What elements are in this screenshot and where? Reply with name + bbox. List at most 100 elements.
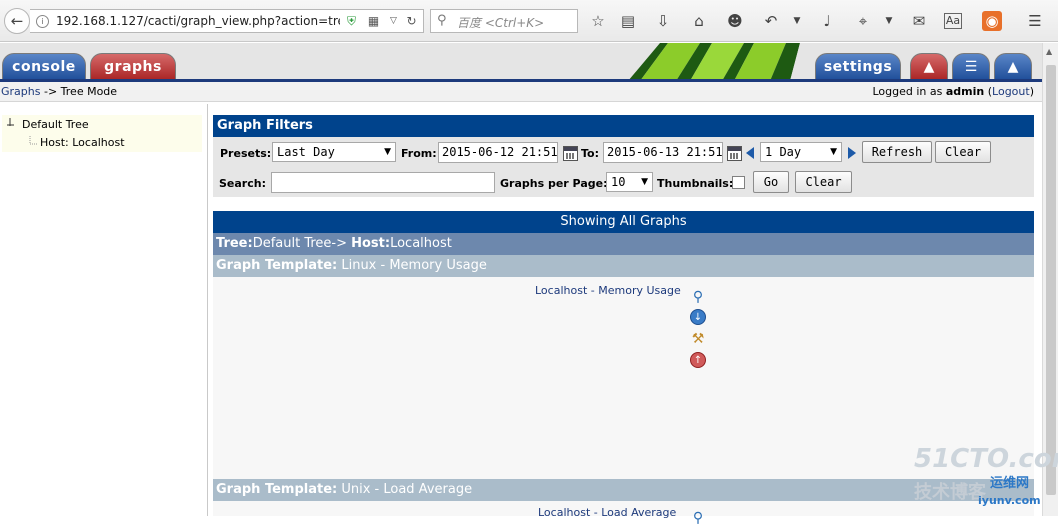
tree-item-host-localhost[interactable]: Host: Localhost [40, 136, 125, 149]
presets-label: Presets: [220, 147, 272, 160]
tree-key: Tree: [216, 236, 253, 251]
login-user: admin [945, 85, 985, 98]
clear-button[interactable]: Clear [935, 141, 991, 163]
undo-dropdown-icon[interactable]: ▼ [786, 10, 808, 32]
from-label: From: [401, 147, 437, 160]
thumbnails-checkbox[interactable] [732, 176, 745, 189]
shift-left-icon[interactable] [746, 147, 754, 159]
graph-name-link[interactable]: Memory Usage [598, 284, 681, 297]
zoom-icon[interactable]: ⚲ [690, 510, 706, 526]
smiley-icon[interactable]: ☻ [724, 10, 746, 32]
address-bar[interactable]: i 192.168.1.127/cacti/graph_view.php?act… [30, 9, 424, 33]
edit-graph-icon[interactable]: ⚒ [690, 331, 706, 347]
reading-list-icon[interactable]: ▤ [617, 10, 639, 32]
qr-code-icon[interactable]: ▦ [366, 14, 381, 29]
graph-template-header: Graph Template: Linux - Memory Usage [213, 255, 1034, 277]
login-paren-open: ( [984, 85, 993, 98]
undo-icon[interactable]: ↶ [760, 10, 782, 32]
host-value: Localhost [390, 236, 452, 251]
browser-toolbar: ← i 192.168.1.127/cacti/graph_view.php?a… [0, 0, 1058, 42]
to-label: To: [581, 147, 599, 160]
graph-template-value: Linux - Memory Usage [337, 258, 487, 273]
graph-host-link[interactable]: Localhost [535, 284, 587, 297]
graph-template-header: Graph Template: Unix - Load Average [213, 479, 1034, 501]
browser-search-input[interactable]: 百度 <Ctrl+K> [457, 14, 544, 31]
graph-title-link[interactable]: Localhost - Load Average [538, 506, 676, 519]
graph-display-area [213, 277, 1034, 479]
graph-up-icon[interactable]: ↑ [690, 352, 706, 368]
graph-template-value: Unix - Load Average [337, 482, 473, 497]
dropdown-arrow-icon[interactable]: ▽ [386, 14, 401, 29]
search-icon: ⚲ [437, 13, 447, 28]
graph-filters-title: Graph Filters [213, 115, 1034, 137]
refresh-button[interactable]: Refresh [862, 141, 932, 163]
graph-name-link[interactable]: Load Average [601, 506, 676, 519]
chevron-down-icon: ▼ [384, 147, 391, 157]
tab-preview-view[interactable]: ▲ [994, 53, 1032, 80]
reload-icon[interactable]: ↻ [404, 14, 419, 29]
login-paren-close: ) [1029, 85, 1034, 98]
graph-host-link[interactable]: Localhost [538, 506, 590, 519]
search-input[interactable] [271, 172, 495, 193]
graph-title-link[interactable]: Localhost - Memory Usage [535, 284, 681, 297]
crop-icon[interactable]: ⌖ [852, 10, 874, 32]
back-arrow-icon[interactable]: ← [4, 8, 30, 34]
tab-console[interactable]: console [2, 53, 86, 80]
url-text[interactable]: 192.168.1.127/cacti/graph_view.php?actio… [56, 14, 340, 28]
globe-icon: i [36, 15, 49, 28]
timespan-select[interactable]: 1 Day ▼ [760, 142, 842, 162]
login-status: Logged in as admin (Logout) [872, 85, 1034, 98]
tab-settings[interactable]: settings [815, 53, 901, 80]
showing-all-graphs-header: Showing All Graphs [213, 211, 1034, 233]
logout-link[interactable]: Logout [992, 85, 1030, 98]
shield-icon[interactable]: ⛨ [344, 14, 359, 29]
to-date-input[interactable]: 2015-06-13 21:51 [603, 142, 723, 163]
download-icon[interactable]: ⇩ [652, 10, 674, 32]
from-date-input[interactable]: 2015-06-12 21:51 [438, 142, 558, 163]
extension-icon[interactable]: ◉ [982, 11, 1002, 31]
tab-tree-view[interactable]: ▲ [910, 53, 948, 80]
watermark-text: iyunv.com [978, 494, 1041, 507]
speaker-icon[interactable]: ♩ [816, 10, 838, 32]
watermark-text: 51CTO.com [914, 444, 1058, 474]
tab-list-view[interactable]: ☰ [952, 53, 990, 80]
tree-panel: Default Tree Host: Localhost [0, 104, 208, 516]
star-icon[interactable]: ☆ [587, 10, 609, 32]
calendar-icon[interactable] [563, 146, 578, 161]
breadcrumb-current: Tree Mode [60, 85, 118, 98]
login-prefix: Logged in as [872, 85, 946, 98]
graphs-per-page-label: Graphs per Page: [500, 177, 608, 190]
graph-template-key: Graph Template: [216, 482, 338, 497]
watermark-text: 运维网 [990, 476, 1030, 491]
mountain-icon: ▲ [1007, 59, 1019, 75]
tree-item-default-tree[interactable]: Default Tree [22, 118, 89, 131]
chevron-down-icon: ▼ [830, 147, 837, 157]
scrollbar-thumb[interactable] [1046, 65, 1056, 495]
breadcrumb-separator: -> [40, 85, 61, 98]
search-label: Search: [219, 177, 266, 190]
list-icon: ☰ [964, 59, 978, 75]
presets-select[interactable]: Last Day ▼ [272, 142, 396, 162]
timespan-value: 1 Day [765, 145, 802, 159]
graph-title-sep: - [587, 284, 599, 297]
zoom-icon[interactable]: ⚲ [690, 289, 706, 305]
tab-graphs[interactable]: graphs [90, 53, 176, 80]
calendar-icon[interactable] [727, 146, 742, 161]
breadcrumb: Graphs -> Tree Mode [1, 85, 117, 98]
graphs-per-page-select[interactable]: 10 ▼ [606, 172, 653, 192]
shift-right-icon[interactable] [848, 147, 856, 159]
go-button[interactable]: Go [753, 171, 789, 193]
breadcrumb-graphs-link[interactable]: Graphs [1, 85, 40, 98]
clear-search-button[interactable]: Clear [795, 171, 852, 193]
crop-dropdown-icon[interactable]: ▼ [878, 10, 900, 32]
tree-icon: ▲ [923, 59, 935, 75]
chat-icon[interactable]: ✉ [908, 10, 930, 32]
home-icon[interactable]: ⌂ [688, 10, 710, 32]
browser-search-box[interactable]: ⚲ 百度 <Ctrl+K> [430, 9, 578, 33]
scroll-up-icon[interactable]: ▲ [1046, 47, 1052, 56]
graph-title-sep: - [590, 506, 602, 519]
export-csv-icon[interactable]: ↓ [690, 309, 706, 325]
menu-icon[interactable]: ☰ [1024, 10, 1046, 32]
font-size-icon[interactable]: Aa [944, 13, 962, 29]
graphs-per-page-value: 10 [611, 175, 626, 189]
